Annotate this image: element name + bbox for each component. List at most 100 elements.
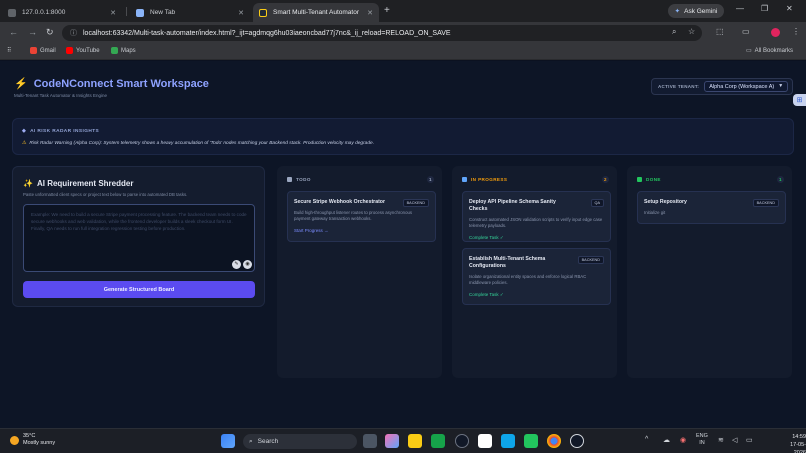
side-panel-toggle-icon[interactable]: ⊞ (793, 94, 806, 106)
pycharm-icon[interactable] (524, 434, 538, 448)
bookmarks-bar: ⠿ Gmail YouTube Maps ▭ All Bookmarks (0, 44, 806, 60)
globe-icon (8, 8, 16, 17)
language-indicator[interactable]: ENG IN (696, 433, 708, 447)
robot-icon: ◈ (22, 129, 27, 134)
menu-icon[interactable]: ⋮ (792, 27, 800, 36)
all-bookmarks[interactable]: ▭ All Bookmarks (746, 47, 794, 55)
task-card[interactable]: Deploy API Pipeline Schema Sanity Checks… (462, 191, 611, 242)
file-explorer-icon[interactable] (408, 434, 422, 448)
close-icon[interactable]: ✕ (110, 9, 116, 17)
wifi-icon[interactable]: ≋ (718, 436, 724, 444)
bookmark-star-icon[interactable]: ☆ (688, 27, 695, 36)
task-title: Secure Stripe Webhook Orchestrator (294, 199, 385, 205)
media-player-icon[interactable] (570, 434, 584, 448)
zoom-icon[interactable]: ⌕ (672, 27, 676, 37)
copilot-icon[interactable] (385, 434, 399, 448)
bookmark-gmail[interactable]: Gmail (30, 47, 56, 54)
volume-icon[interactable]: ◁ (732, 436, 737, 444)
tab-title: New Tab (150, 9, 176, 16)
security-icon[interactable]: ◉ (680, 436, 686, 444)
assistant-icon[interactable]: ◉ (243, 260, 252, 269)
shredder-title: AI Requirement Shredder (36, 179, 134, 188)
shredder-description: Paste unformatted client specs or projec… (23, 192, 188, 197)
browser-tab-localhost[interactable]: 127.0.0.1:8000 ✕ (2, 3, 122, 22)
gmail-taskbar-icon[interactable] (478, 434, 492, 448)
bookmark-youtube[interactable]: YouTube (66, 47, 100, 54)
forward-icon[interactable]: → (28, 27, 37, 37)
new-tab-icon[interactable]: + (384, 5, 390, 16)
maps-icon (111, 47, 118, 54)
warning-icon: ⚠ (22, 141, 27, 146)
profile-avatar[interactable] (771, 28, 780, 37)
close-icon[interactable]: ✕ (367, 9, 373, 17)
taskbar-search[interactable]: ⌕ Search (243, 434, 357, 449)
sun-icon (10, 435, 19, 445)
show-hidden-icons-icon[interactable]: ^ (645, 436, 648, 443)
task-view-icon[interactable] (363, 434, 377, 448)
minimize-icon[interactable]: — (736, 4, 744, 13)
tenant-label: ACTIVE TENANT: (658, 84, 700, 89)
tenant-select-value: Alpha Corp (Workspace A) (709, 83, 775, 90)
grammar-icon[interactable]: ✎ (232, 260, 241, 269)
onedrive-icon[interactable]: ☁ (663, 436, 670, 444)
task-card[interactable]: Establish Multi-Tenant Schema Configurat… (462, 248, 611, 305)
risk-radar-heading: ◈ AI RISK RADAR INSIGHTS (22, 129, 99, 134)
textarea-placeholder: Example: We need to build a secure Strip… (31, 212, 247, 231)
os-taskbar: 35°C Mostly sunny ⌕ Search ^ ☁ ◉ ENG IN … (0, 428, 806, 453)
clipboard-icon (287, 177, 292, 182)
close-icon[interactable]: ✕ (238, 9, 244, 17)
apps-grid-icon[interactable]: ⠿ (7, 47, 11, 54)
cast-icon[interactable]: ▭ (742, 27, 750, 36)
column-done: DONE 1 Setup Repository BACKEND Initiali… (627, 166, 792, 378)
generate-board-button[interactable]: Generate Structured Board (23, 281, 255, 298)
complete-task-button[interactable]: Complete Task ✓ (469, 235, 604, 241)
close-window-icon[interactable]: ✕ (786, 4, 793, 13)
store-icon[interactable] (431, 434, 445, 448)
clock-date: 17-05-2026 (790, 442, 806, 453)
windows-start-icon[interactable] (221, 434, 235, 448)
task-card[interactable]: Secure Stripe Webhook Orchestrator BACKE… (287, 191, 436, 242)
column-count: 2 (602, 176, 609, 183)
task-description: Isolate organizational entity spaces and… (469, 274, 587, 285)
column-in-progress: IN PROGRESS 2 Deploy API Pipeline Schema… (452, 166, 617, 378)
reload-icon[interactable]: ↻ (46, 27, 54, 38)
column-header: DONE 1 (637, 176, 784, 183)
ask-gemini-button[interactable]: ✦ Ask Gemini (668, 4, 724, 18)
task-description: Build high-throughput listener routes to… (294, 210, 412, 221)
bookmark-maps[interactable]: Maps (111, 47, 136, 54)
restore-icon[interactable]: ❐ (761, 4, 768, 13)
column-title: IN PROGRESS (471, 177, 508, 182)
address-bar[interactable]: ⓘ localhost:63342/Multi-task-automater/i… (62, 25, 702, 41)
tab-divider (126, 7, 127, 16)
requirements-textarea[interactable]: Example: We need to build a secure Strip… (23, 204, 255, 272)
start-progress-button[interactable]: Start Progress → (294, 228, 429, 233)
app-favicon-icon (259, 8, 267, 17)
complete-task-button[interactable]: Complete Task ✓ (469, 292, 604, 298)
chrome-taskbar-icon[interactable] (547, 434, 561, 448)
task-card[interactable]: Setup Repository BACKEND Initialize git (637, 191, 786, 224)
battery-icon[interactable]: ▭ (746, 436, 753, 444)
system-clock[interactable]: 14:59 17-05-2026 (778, 433, 806, 453)
gear-icon (462, 177, 467, 182)
site-info-icon[interactable]: ⓘ (70, 28, 77, 38)
chevron-down-icon: ▼ (778, 83, 784, 89)
lightning-icon: ⚡ (14, 78, 28, 90)
region-code: IN (699, 440, 705, 446)
dell-icon[interactable] (455, 434, 469, 448)
tenant-select[interactable]: Alpha Corp (Workspace A) ▼ (704, 81, 789, 92)
browser-tab-new-tab[interactable]: New Tab ✕ (130, 3, 250, 22)
app-brand: ⚡ CodeNConnect Smart Workspace (14, 77, 209, 91)
weather-text: 35°C Mostly sunny (23, 433, 55, 447)
skype-icon[interactable] (501, 434, 515, 448)
back-icon[interactable]: ← (9, 27, 18, 37)
extensions-icon[interactable]: ⬚ (716, 27, 724, 36)
all-bookmarks-label: All Bookmarks (754, 47, 794, 54)
bookmark-label: Maps (121, 47, 136, 54)
browser-tab-strip: 127.0.0.1:8000 ✕ New Tab ✕ Smart Multi-T… (0, 0, 806, 22)
column-header: IN PROGRESS 2 (462, 176, 609, 183)
column-count: 1 (427, 176, 434, 183)
task-title: Establish Multi-Tenant Schema Configurat… (469, 256, 546, 269)
weather-widget[interactable]: 35°C Mostly sunny (10, 433, 55, 447)
column-title: TODO (296, 177, 311, 182)
browser-tab-active[interactable]: Smart Multi-Tenant Automator ✕ (253, 3, 379, 22)
